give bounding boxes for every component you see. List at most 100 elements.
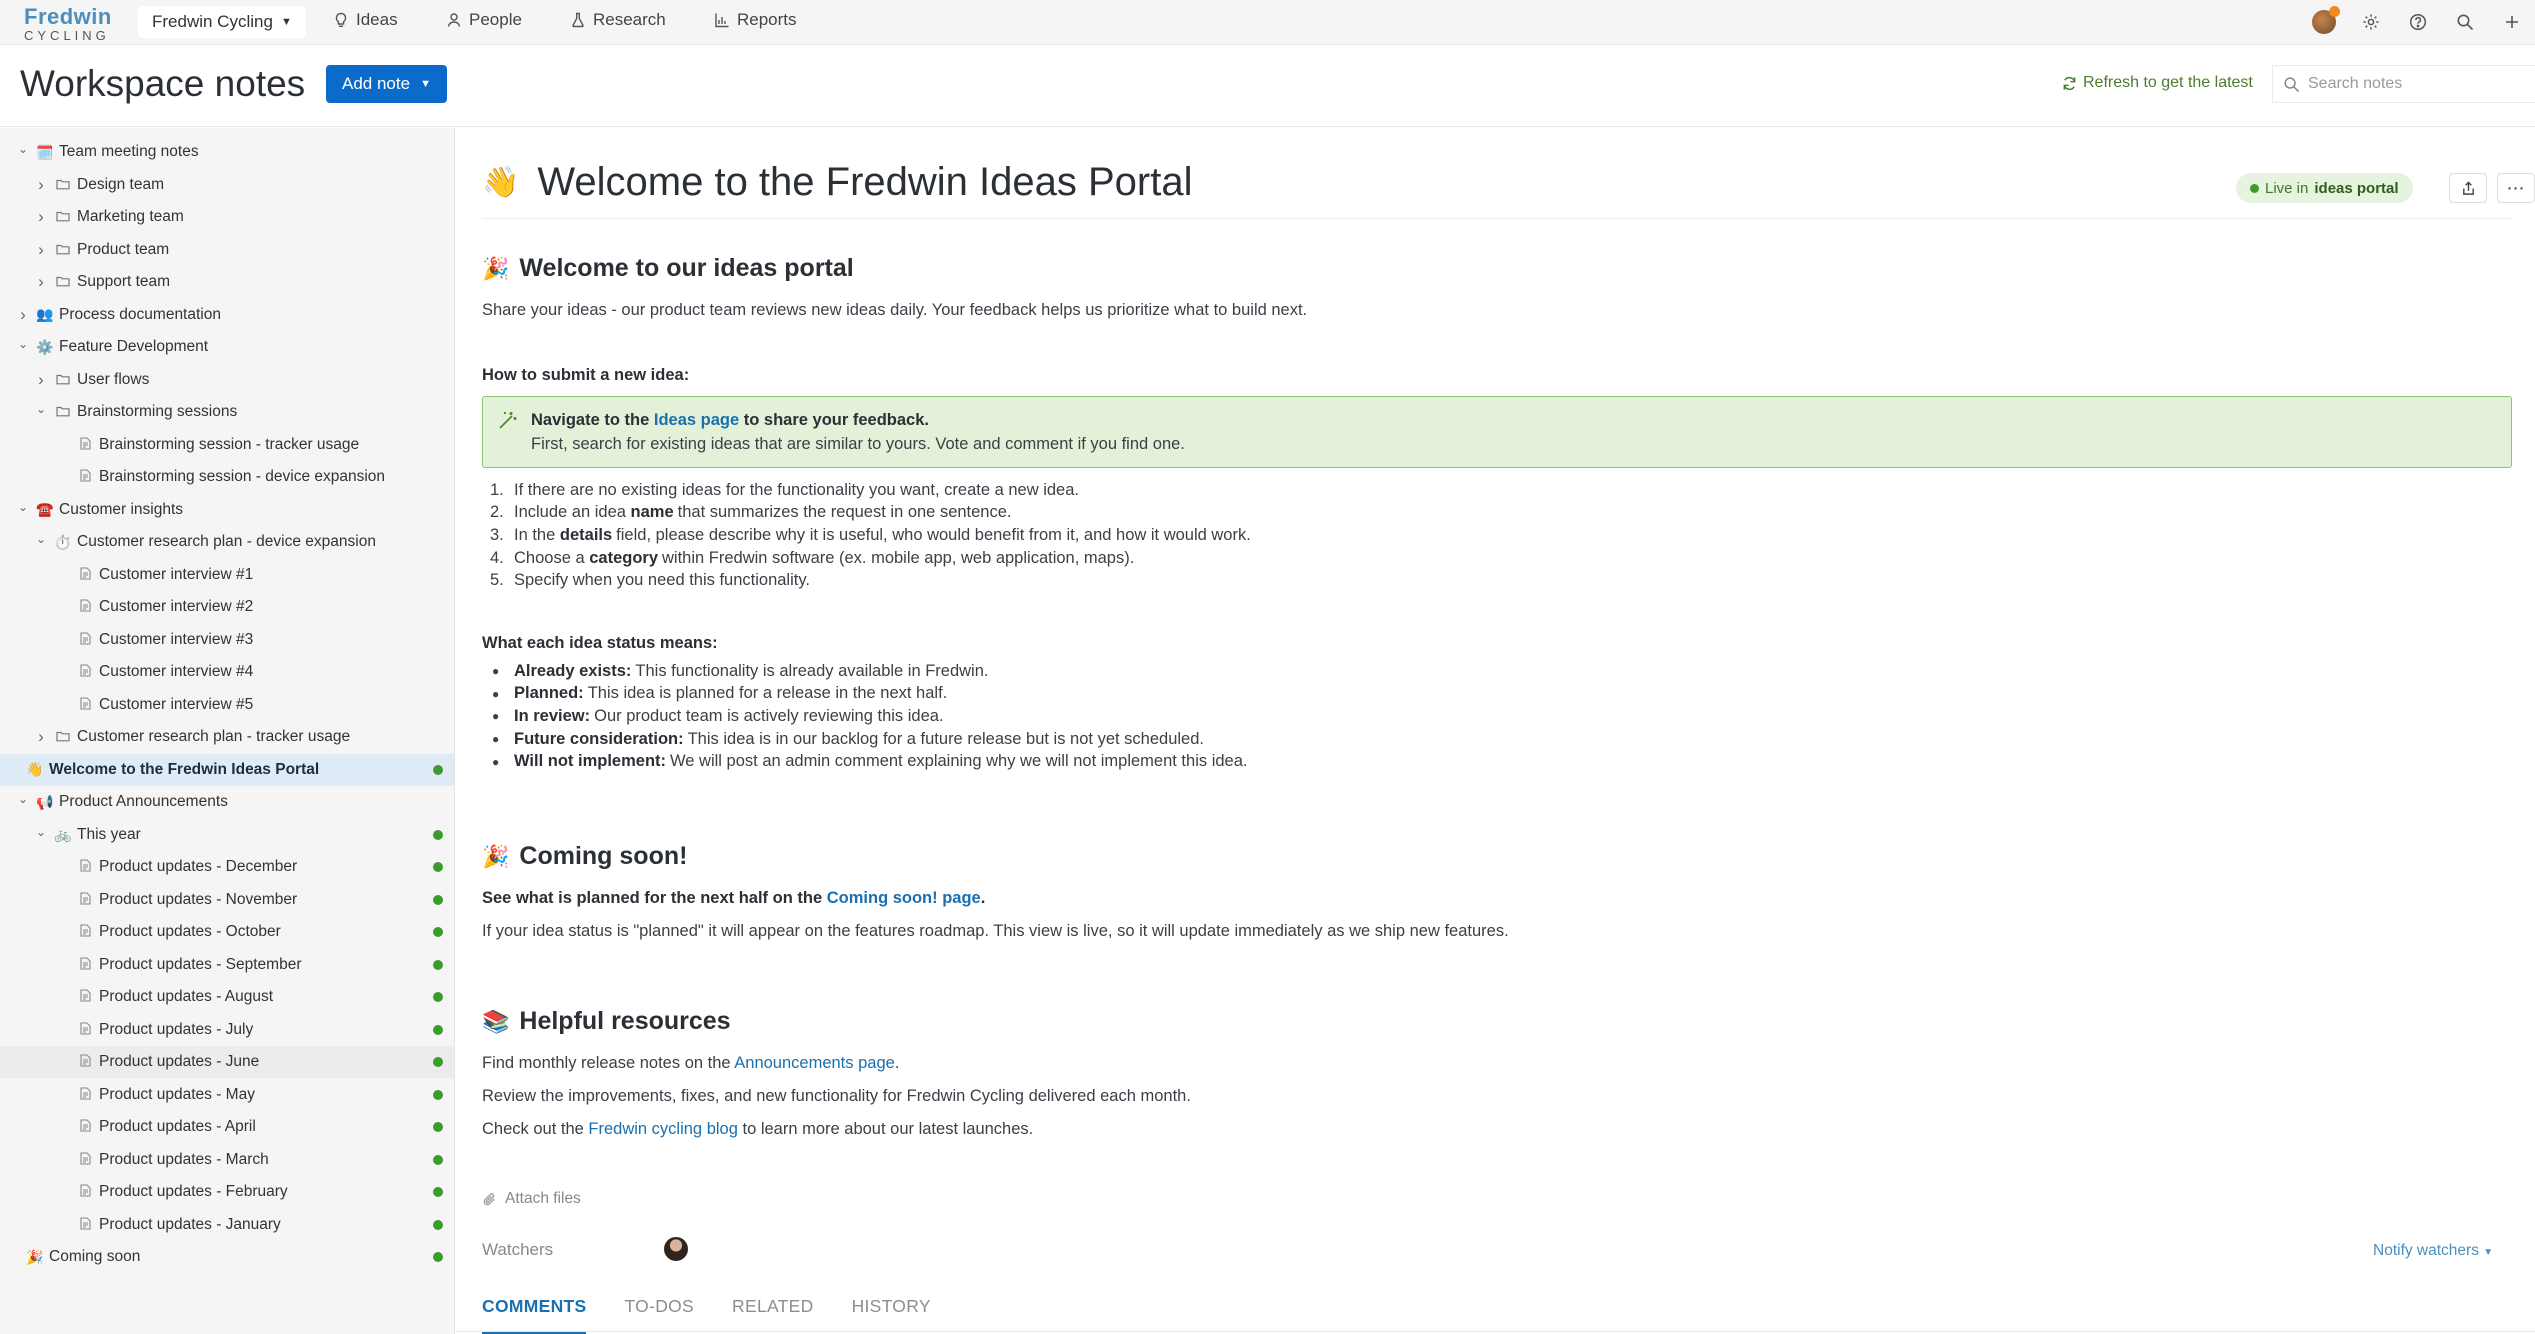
sidebar-item[interactable]: Product updates - August <box>0 981 454 1013</box>
sidebar-item[interactable]: Customer interview #1 <box>0 559 454 591</box>
workspace-selector[interactable]: Fredwin Cycling ▼ <box>138 6 306 38</box>
sidebar-item[interactable]: › Marketing team <box>0 201 454 233</box>
chevron-down-icon[interactable]: ⌄ <box>34 825 48 839</box>
sidebar-item[interactable]: Customer interview #4 <box>0 656 454 688</box>
blog-link[interactable]: Fredwin cycling blog <box>588 1120 737 1138</box>
sidebar-item[interactable]: ⌄ ⏱️ Customer research plan - device expan… <box>0 526 454 558</box>
sidebar-item[interactable]: › 👥 Process documentation <box>0 299 454 331</box>
sidebar-item[interactable]: Product updates - September <box>0 949 454 981</box>
refresh-link[interactable]: Refresh to get the latest <box>2062 74 2253 92</box>
sidebar-item[interactable]: ⌄ 📢 Product Announcements <box>0 786 454 818</box>
fredwin-logo[interactable]: Fredwin CYCLING <box>24 6 112 43</box>
folder-icon <box>54 729 72 745</box>
chevron-down-icon[interactable]: ⌄ <box>16 792 30 806</box>
chevron-right-icon[interactable]: › <box>34 240 48 260</box>
help-button[interactable] <box>2394 8 2441 36</box>
chevron-down-icon[interactable]: ⌄ <box>16 142 30 156</box>
search-input[interactable] <box>2308 75 2508 93</box>
sidebar-item[interactable]: 🎉 Coming soon <box>0 1241 454 1273</box>
sidebar-item[interactable]: ⌄ 🗓️ Team meeting notes <box>0 136 454 168</box>
sidebar-item[interactable]: Customer interview #5 <box>0 689 454 721</box>
sidebar-item[interactable]: ⌄ ⚙️ Feature Development <box>0 331 454 363</box>
user-avatar-button[interactable] <box>2300 6 2347 36</box>
announcements-page-link[interactable]: Announcements page <box>734 1054 895 1072</box>
document-icon <box>76 1151 94 1168</box>
more-options-button[interactable]: ⋯ <box>2497 173 2535 203</box>
add-note-button[interactable]: Add note ▼ <box>326 65 447 103</box>
title-divider <box>482 218 2512 219</box>
note-tabs: COMMENTS TO-DOS RELATED HISTORY <box>482 1288 931 1334</box>
sidebar-item[interactable]: › User flows <box>0 364 454 396</box>
sidebar-item[interactable]: › Design team <box>0 169 454 201</box>
sidebar-item[interactable]: › Support team <box>0 266 454 298</box>
sidebar-item[interactable]: Customer interview #2 <box>0 591 454 623</box>
live-dot-icon <box>433 894 443 905</box>
page-header: Workspace notes Add note ▼ Refresh to ge… <box>0 45 2535 127</box>
coming-soon-link[interactable]: Coming soon! page <box>827 889 981 907</box>
sidebar-item[interactable]: Product updates - April <box>0 1111 454 1143</box>
gear-icon <box>2363 14 2378 30</box>
nav-ideas[interactable]: Ideas <box>333 10 398 30</box>
sidebar-item-label: Support team <box>77 273 171 290</box>
sidebar-item[interactable]: Product updates - December <box>0 851 454 883</box>
chevron-down-icon[interactable]: ⌄ <box>16 337 30 351</box>
settings-button[interactable] <box>2347 8 2394 36</box>
sidebar-item[interactable]: Brainstorming session - tracker usage <box>0 429 454 461</box>
global-search-button[interactable] <box>2441 8 2488 36</box>
sidebar-item-label: Customer interview #5 <box>99 695 254 713</box>
note-content: 👋 Welcome to the Fredwin Ideas Portal Li… <box>456 128 2535 1334</box>
sidebar-item[interactable]: Product updates - February <box>0 1176 454 1208</box>
sidebar-item-label: Coming soon <box>49 1248 141 1265</box>
live-status-badge[interactable]: Live in ideas portal <box>2236 173 2413 203</box>
sidebar-item[interactable]: Product updates - January <box>0 1209 454 1241</box>
chevron-down-icon[interactable]: ⌄ <box>16 500 30 514</box>
sidebar-item[interactable]: ⌄ Brainstorming sessions <box>0 396 454 428</box>
tab-comments[interactable]: COMMENTS <box>482 1288 587 1334</box>
watcher-avatar[interactable] <box>664 1237 688 1261</box>
nav-people[interactable]: People <box>446 10 522 30</box>
chevron-right-icon[interactable]: › <box>34 207 48 227</box>
sidebar-item[interactable]: Product updates - October <box>0 916 454 948</box>
chevron-down-icon[interactable]: ⌄ <box>34 402 48 416</box>
sidebar-item[interactable]: › Customer research plan - tracker usage <box>0 721 454 753</box>
chevron-right-icon[interactable]: › <box>16 305 30 325</box>
ideas-page-link[interactable]: Ideas page <box>654 411 739 429</box>
sidebar-item[interactable]: 👋 Welcome to the Fredwin Ideas Portal <box>0 753 454 786</box>
share-button[interactable] <box>2449 173 2487 203</box>
sidebar-item-label: Product updates - October <box>99 923 281 940</box>
sidebar-item[interactable]: Product updates - July <box>0 1014 454 1046</box>
nav-research[interactable]: Research <box>570 10 666 30</box>
sidebar-item[interactable]: ⌄ 🚲 This year <box>0 819 454 851</box>
tab-todos[interactable]: TO-DOS <box>624 1288 694 1334</box>
status-list: ● Already exists: This functionality is al… <box>482 660 1247 773</box>
how-heading: How to submit a new idea: <box>482 366 690 384</box>
tab-history[interactable]: HISTORY <box>852 1288 931 1334</box>
document-icon <box>76 956 94 973</box>
create-button[interactable] <box>2488 8 2535 36</box>
emoji-icon: 🗓️ <box>36 143 54 160</box>
nav-reports[interactable]: Reports <box>714 10 797 30</box>
attach-files-button[interactable]: Attach files <box>482 1190 581 1208</box>
sidebar-item[interactable]: Brainstorming session - device expansion <box>0 461 454 493</box>
sidebar-item[interactable]: Product updates - November <box>0 884 454 916</box>
notify-watchers-button[interactable]: Notify watchers ▼ <box>2373 1242 2493 1260</box>
chevron-right-icon[interactable]: › <box>34 370 48 390</box>
status-term: Future consideration: <box>514 729 684 748</box>
sidebar-item[interactable]: › Product team <box>0 234 454 266</box>
sidebar-item-label: Product updates - January <box>99 1215 281 1233</box>
sidebar-item[interactable]: Product updates - May <box>0 1079 454 1111</box>
sidebar-item[interactable]: Product updates - March <box>0 1144 454 1176</box>
resource-improvements: Review the improvements, fixes, and new … <box>482 1087 1191 1105</box>
sidebar-item[interactable]: Customer interview #3 <box>0 624 454 656</box>
live-dot-icon <box>2250 183 2259 193</box>
chevron-right-icon[interactable]: › <box>34 727 48 747</box>
sidebar-item[interactable]: ⌄ ☎️ Customer insights <box>0 494 454 526</box>
live-dot-icon <box>433 1057 443 1067</box>
chevron-right-icon[interactable]: › <box>34 272 48 292</box>
sidebar-item-label: Product updates - June <box>99 1053 260 1070</box>
sidebar-item[interactable]: Product updates - June <box>0 1046 454 1078</box>
tab-related[interactable]: RELATED <box>732 1288 814 1334</box>
chevron-right-icon[interactable]: › <box>34 175 48 195</box>
chevron-down-icon[interactable]: ⌄ <box>34 532 48 546</box>
list-number: 2. <box>490 503 504 522</box>
